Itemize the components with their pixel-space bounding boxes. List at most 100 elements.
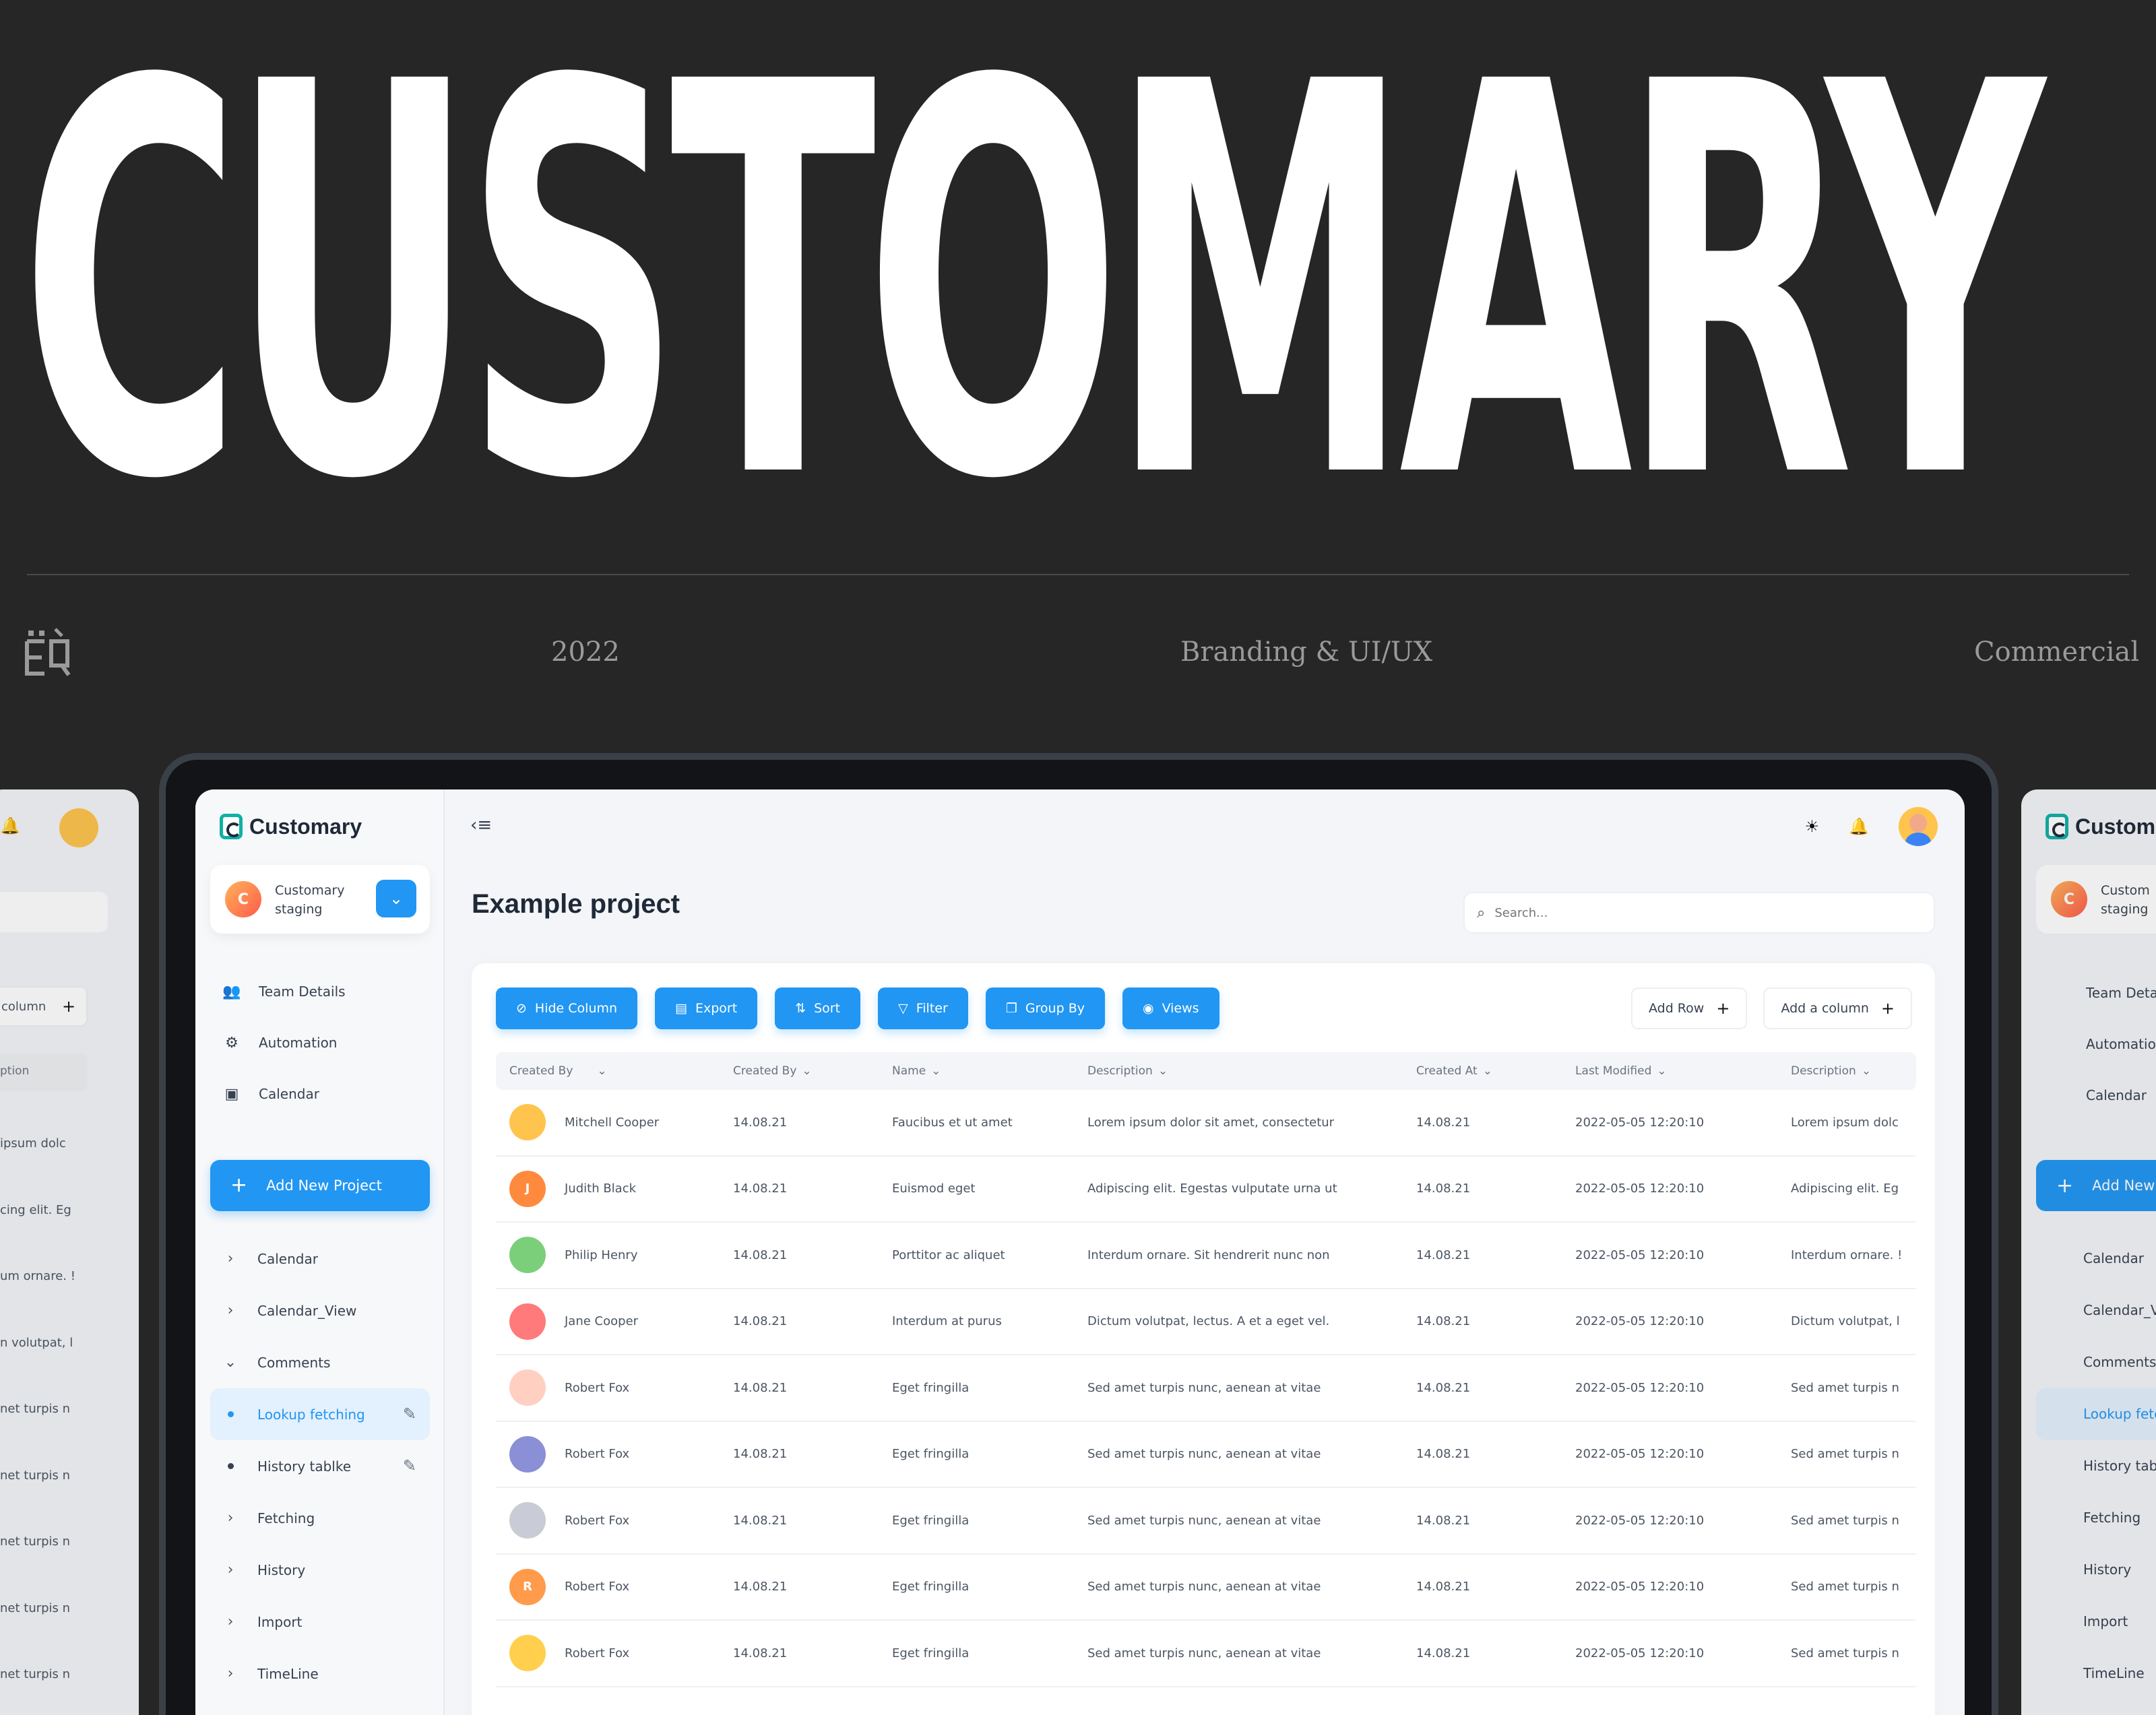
group-by-button[interactable]: ❐ Group By: [985, 988, 1105, 1029]
tree-item-label: Lookup fetching: [257, 1406, 365, 1423]
layers-icon: ❐: [1005, 1001, 1017, 1016]
add-row-button[interactable]: Add Row +: [1630, 988, 1748, 1029]
tree-item[interactable]: Calendar: [2083, 1250, 2144, 1266]
table-row[interactable]: R Robert Fox 14.08.21 Eget fringilla Sed ame…: [496, 1555, 1916, 1621]
cell-created-by: Mitchell Cooper: [496, 1104, 720, 1141]
project-tree: › Calendar › Calendar_View ⌄ Comments Lookup f…: [210, 1233, 430, 1700]
sidebar-item-team-details[interactable]: 👥 Team Details: [222, 966, 345, 1017]
column-header[interactable]: Created By ⌄: [496, 1064, 720, 1078]
chevron-down-icon: ⌄: [224, 1354, 237, 1371]
tree-item-fetching[interactable]: › Fetching: [210, 1492, 430, 1544]
tree-item[interactable]: History: [2083, 1561, 2131, 1578]
table-row[interactable]: Robert Fox 14.08.21 Eget fringilla Sed amet…: [496, 1488, 1916, 1555]
menu-toggle-icon[interactable]: ‹≡: [470, 815, 492, 835]
tree-item[interactable]: Lookup fetc: [2083, 1406, 2156, 1422]
sort-button[interactable]: ⇅ Sort: [775, 988, 861, 1029]
tree-item[interactable]: Calendar_V: [2083, 1302, 2156, 1318]
table-row[interactable]: J Judith Black 14.08.21 Euismod eget Adipisc…: [496, 1157, 1916, 1223]
tree-item[interactable]: TimeLine: [2083, 1665, 2145, 1681]
workspace-dropdown-button[interactable]: ⌄: [376, 880, 416, 917]
sidebar-item-automation[interactable]: ⚙ Automation: [222, 1017, 346, 1068]
table-row[interactable]: Jane Cooper 14.08.21 Interdum at purus Dict…: [496, 1289, 1916, 1355]
app-window: Customary C Customary staging ⌄ 👥 Team D…: [195, 789, 1965, 1715]
tree-item-calendar-view[interactable]: › Calendar_View: [210, 1285, 430, 1336]
sun-icon[interactable]: ☀: [1805, 817, 1820, 836]
column-header[interactable]: Created At ⌄: [1403, 1064, 1562, 1078]
workspace-card[interactable]: C Customary staging ⌄: [210, 865, 430, 934]
tree-item-history-tablke[interactable]: History tablke ✎: [210, 1440, 430, 1492]
cell-name: Eget fringilla: [892, 1380, 970, 1395]
tree-item-label: Calendar_View: [257, 1302, 357, 1319]
sidebar-item-calendar[interactable]: ▣ Calendar: [222, 1068, 346, 1120]
cell-last-modified: 2022-05-05 12:20:10: [1575, 1447, 1705, 1462]
add-column-button[interactable]: Add a column +: [1763, 988, 1912, 1029]
tree-item[interactable]: Fetching: [2083, 1510, 2141, 1526]
search-input[interactable]: [0, 892, 108, 932]
cell-name: Eget fringilla: [892, 1447, 970, 1462]
column-header[interactable]: Description ⌄: [1777, 1064, 1916, 1078]
add-column-button[interactable]: column +: [0, 986, 88, 1027]
cell-date: 14.08.21: [733, 1646, 788, 1660]
studio-logo: [25, 628, 71, 676]
cell-description: Dictum volutpat, lectus. A et a eget vel…: [1087, 1314, 1330, 1329]
sidebar-item[interactable]: Calendar: [2086, 1087, 2147, 1103]
tree-item-lookup-fetching[interactable]: Lookup fetching ✎: [210, 1388, 430, 1440]
cell-description: ipsum dolc: [0, 1136, 66, 1151]
sidebar-item[interactable]: Team Detai: [2086, 985, 2156, 1001]
cell-description: Lorem ipsum dolc: [1791, 1115, 1899, 1130]
tree-item-import[interactable]: › Import: [210, 1596, 430, 1648]
column-header[interactable]: Created By ⌄: [720, 1064, 879, 1078]
sort-icon: ⇅: [795, 1001, 806, 1016]
workspace-card[interactable]: C Custom staging: [2036, 865, 2156, 934]
edit-icon[interactable]: ✎: [403, 1456, 416, 1475]
sidebar-item[interactable]: Automation: [2086, 1036, 2156, 1052]
avatar: R: [509, 1568, 546, 1605]
column-header[interactable]: Name ⌄: [879, 1064, 1074, 1078]
tree-item-label: History tablke: [257, 1458, 352, 1475]
cell-name: Euismod eget: [892, 1182, 976, 1196]
edit-icon[interactable]: ✎: [403, 1404, 416, 1423]
tree-item-timeline[interactable]: › TimeLine: [210, 1648, 430, 1700]
filter-button[interactable]: ▽ Filter: [878, 988, 968, 1029]
avatar: [509, 1237, 546, 1274]
bullet-icon: [224, 1411, 237, 1417]
side-nav: 👥 Team Details ⚙ Automation ▣ Calendar: [222, 966, 346, 1120]
cell-date: 14.08.21: [733, 1580, 788, 1594]
cell-last-modified: 2022-05-05 12:20:10: [1575, 1314, 1705, 1329]
tree-item-history[interactable]: › History: [210, 1544, 430, 1596]
data-table: Created By ⌄ Created By ⌄ Name ⌄ Description ⌄ C…: [496, 1052, 1916, 1687]
export-button[interactable]: ▤ Export: [655, 988, 758, 1029]
cell-created-by: Robert Fox: [496, 1635, 720, 1672]
tree-item[interactable]: Import: [2083, 1613, 2128, 1629]
column-header[interactable]: Last Modified ⌄: [1562, 1064, 1777, 1078]
table-row[interactable]: Robert Fox 14.08.21 Eget fringilla Sed amet…: [496, 1422, 1916, 1488]
views-button[interactable]: ◉ Views: [1122, 988, 1219, 1029]
tree-item-calendar[interactable]: › Calendar: [210, 1233, 430, 1285]
table-row[interactable]: Philip Henry 14.08.21 Porttitor ac aliquet…: [496, 1223, 1916, 1289]
tree-item-label: History: [257, 1561, 306, 1578]
add-new-project-button[interactable]: + Add New Project: [210, 1160, 430, 1211]
chevron-down-icon: ⌄: [597, 1064, 607, 1078]
chevron-down-icon: ⌄: [1158, 1064, 1168, 1078]
table-row[interactable]: Robert Fox 14.08.21 Eget fringilla Sed amet…: [496, 1355, 1916, 1422]
person-name: Jane Cooper: [565, 1314, 639, 1329]
hero-title: CUSTOMARY: [20, 0, 2045, 597]
cell-description: Sed amet turpis nunc, aenean at vitae: [1087, 1447, 1321, 1462]
hide-column-button[interactable]: ⊘ Hide Column: [496, 988, 638, 1029]
table-row[interactable]: Robert Fox 14.08.21 Eget fringilla Sed amet…: [496, 1621, 1916, 1687]
user-avatar[interactable]: [1899, 807, 1938, 846]
tree-item[interactable]: Comments: [2083, 1354, 2156, 1370]
bell-icon[interactable]: 🔔: [1849, 817, 1869, 836]
cell-description: net turpis n: [0, 1667, 71, 1681]
brand[interactable]: Customary: [220, 814, 362, 839]
tree-item[interactable]: History tab: [2083, 1458, 2156, 1474]
tree-item-comments[interactable]: ⌄ Comments: [210, 1336, 430, 1388]
search-icon: ⌕: [1477, 904, 1486, 921]
column-header[interactable]: Description ⌄: [1074, 1064, 1403, 1078]
table-row[interactable]: Mitchell Cooper 14.08.21 Faucibus et ut am…: [496, 1090, 1916, 1157]
cell-description: Sed amet turpis nunc, aenean at vitae: [1087, 1380, 1321, 1395]
search-input[interactable]: [1494, 905, 1899, 920]
cell-created-by: Robert Fox: [496, 1435, 720, 1473]
cell-description: n volutpat, l: [0, 1335, 73, 1350]
add-project-button[interactable]: + Add New P: [2036, 1160, 2156, 1211]
